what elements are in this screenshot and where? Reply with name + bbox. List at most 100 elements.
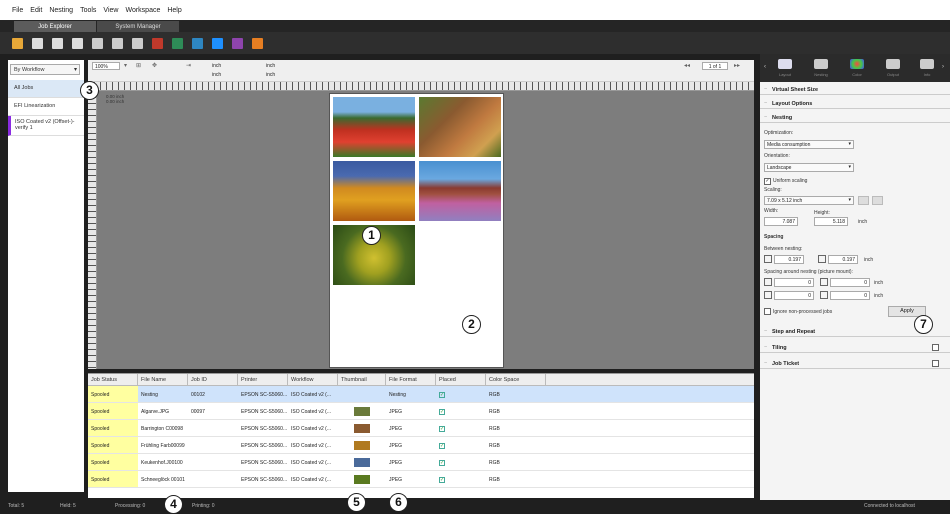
toolbar-button-1-icon[interactable] xyxy=(32,37,43,49)
optimization-select[interactable]: Media consumption xyxy=(764,140,854,149)
job-list: Job Status File Name Job ID Printer Work… xyxy=(88,373,754,498)
scaling-button-1[interactable] xyxy=(858,196,869,205)
orientation-select[interactable]: Landscape xyxy=(764,163,854,172)
toolbar-button-12-icon[interactable] xyxy=(252,37,263,49)
toolbar-button-7-icon[interactable] xyxy=(152,37,163,49)
menu-workspace[interactable]: Workspace xyxy=(125,7,160,14)
nested-image-algarve[interactable] xyxy=(332,96,416,158)
toolbar-button-9-icon[interactable] xyxy=(192,37,203,49)
ignore-non-processed-checkbox[interactable] xyxy=(764,308,771,315)
job-thumbnail xyxy=(354,424,370,433)
scaling-select[interactable]: 7.09 x 5.12 inch xyxy=(764,196,854,205)
column-thumbnail[interactable]: Thumbnail xyxy=(338,374,386,385)
workflow-select[interactable]: By Workflow xyxy=(10,64,80,75)
spacing-around-left[interactable]: 0 xyxy=(830,278,870,287)
cell-file-name: Algarve.JPG xyxy=(141,409,170,415)
job-ticket-checkbox[interactable] xyxy=(932,360,939,367)
first-page-icon[interactable]: ◂◂ xyxy=(684,62,690,69)
menu-tools[interactable]: Tools xyxy=(80,7,96,14)
preview-canvas[interactable]: 0.00 inch 0.00 inch xyxy=(97,91,754,369)
tab-job-explorer[interactable]: Job Explorer xyxy=(14,21,96,32)
section-virtual-sheet-size[interactable]: Virtual Sheet Size xyxy=(760,84,950,95)
column-file-format[interactable]: File Format xyxy=(386,374,436,385)
job-list-header: Job Status File Name Job ID Printer Work… xyxy=(88,374,754,386)
column-job-status[interactable]: Job Status xyxy=(88,374,138,385)
height-input[interactable]: 5.118 xyxy=(814,217,848,226)
column-placed[interactable]: Placed xyxy=(436,374,486,385)
between-nesting-vertical[interactable]: 0.197 xyxy=(828,255,858,264)
spacing-around-right[interactable]: 0 xyxy=(830,291,870,300)
chevron-right-icon[interactable]: › xyxy=(942,64,944,70)
nested-image-fruehling[interactable] xyxy=(332,160,416,222)
scaling-button-2[interactable] xyxy=(872,196,883,205)
last-page-icon[interactable]: ▸▸ xyxy=(734,62,740,69)
uniform-scaling-checkbox[interactable]: ✓ xyxy=(764,178,771,185)
section-nesting[interactable]: Nesting xyxy=(760,112,950,123)
move-icon[interactable]: ✥ xyxy=(152,62,157,69)
column-color-space[interactable]: Color Space xyxy=(486,374,546,385)
toolbar-button-11-icon[interactable] xyxy=(232,37,243,49)
column-job-id[interactable]: Job ID xyxy=(188,374,238,385)
toolbar-button-10-icon[interactable] xyxy=(212,37,223,49)
section-tiling[interactable]: Tiling xyxy=(760,342,950,353)
callout-6: 6 xyxy=(389,493,408,512)
table-row[interactable]: Spooled Algarve.JPG 00097 EPSON SC-S5060...… xyxy=(88,403,754,420)
output-icon[interactable] xyxy=(886,59,900,69)
tab-system-manager[interactable]: System Manager xyxy=(97,21,179,32)
between-nesting-horizontal[interactable]: 0.197 xyxy=(774,255,804,264)
table-row[interactable]: Spooled Nesting 00102 EPSON SC-S5060... ISO … xyxy=(88,386,754,403)
toolbar-button-5-icon[interactable] xyxy=(112,37,123,49)
menu-bar: File Edit Nesting Tools View Workspace H… xyxy=(0,0,950,20)
toolbar-button-6-icon[interactable] xyxy=(132,37,143,49)
column-workflow[interactable]: Workflow xyxy=(288,374,338,385)
table-row[interactable]: Spooled Frühling Farb00099 EPSON SC-S5060.… xyxy=(88,437,754,454)
section-layout-options[interactable]: Layout Options xyxy=(760,98,950,109)
tiling-checkbox[interactable] xyxy=(932,344,939,351)
section-job-ticket[interactable]: Job Ticket xyxy=(760,358,950,369)
column-printer[interactable]: Printer xyxy=(238,374,288,385)
width-input[interactable]: 7.087 xyxy=(764,217,798,226)
menu-help[interactable]: Help xyxy=(167,7,181,14)
fit-icon[interactable]: ⊞ xyxy=(136,62,141,69)
cell-job-id xyxy=(188,471,238,487)
align-icon[interactable]: ⇥ xyxy=(186,62,191,69)
table-row[interactable]: Spooled Schneeglöck 00101 EPSON SC-S5060..… xyxy=(88,471,754,488)
toolbar-button-2-icon[interactable] xyxy=(52,37,63,49)
between-nesting-label: Between nesting: xyxy=(764,246,803,252)
tab-bar: Job Explorer System Manager xyxy=(0,20,950,32)
toolbar-button-4-icon[interactable] xyxy=(92,37,103,49)
menu-edit[interactable]: Edit xyxy=(30,7,42,14)
column-file-name[interactable]: File Name xyxy=(138,374,188,385)
color-icon-label: Color xyxy=(852,72,862,77)
spacing-around-bottom[interactable]: 0 xyxy=(774,291,814,300)
workflow-item-efi-linearization[interactable]: EFI Linearization xyxy=(8,98,84,116)
unit-label-3: inch xyxy=(266,63,276,69)
menu-view[interactable]: View xyxy=(103,7,118,14)
menu-file[interactable]: File xyxy=(12,7,23,14)
workflow-item-iso-coated[interactable]: ISO Coated v2 (Offset-)-verify 1 xyxy=(8,116,84,136)
status-total: Total: 5 xyxy=(8,503,25,509)
nesting-icon[interactable] xyxy=(814,59,828,69)
info-icon[interactable] xyxy=(920,59,934,69)
toolbar-button-0-icon[interactable] xyxy=(12,37,23,49)
table-row[interactable]: Spooled Keukenhof.J00100 EPSON SC-S5060...… xyxy=(88,454,754,471)
nested-image-keukenhof[interactable] xyxy=(418,160,502,222)
job-thumbnail xyxy=(354,441,370,450)
nested-image-barrington[interactable] xyxy=(418,96,502,158)
layout-icon[interactable] xyxy=(778,59,792,69)
toolbar-button-8-icon[interactable] xyxy=(172,37,183,49)
spacing-around-top[interactable]: 0 xyxy=(774,278,814,287)
cell-thumbnail xyxy=(338,471,386,487)
chevron-left-icon[interactable]: ‹ xyxy=(764,64,766,70)
toolbar-button-3-icon[interactable] xyxy=(72,37,83,49)
color-icon[interactable] xyxy=(850,59,864,69)
zoom-select[interactable]: 100% xyxy=(92,62,120,70)
cell-thumbnail xyxy=(338,437,386,453)
table-row[interactable]: Spooled Barrington C00098 EPSON SC-S5060..… xyxy=(88,420,754,437)
workflow-item-all-jobs[interactable]: All Jobs xyxy=(8,80,84,98)
layout-icon-label: Layout xyxy=(778,72,791,77)
around-unit-label-1: inch xyxy=(874,280,884,286)
page-indicator[interactable]: 1 of 1 xyxy=(702,62,728,70)
zoom-dropdown-icon[interactable]: ▾ xyxy=(124,62,127,69)
menu-nesting[interactable]: Nesting xyxy=(49,7,73,14)
